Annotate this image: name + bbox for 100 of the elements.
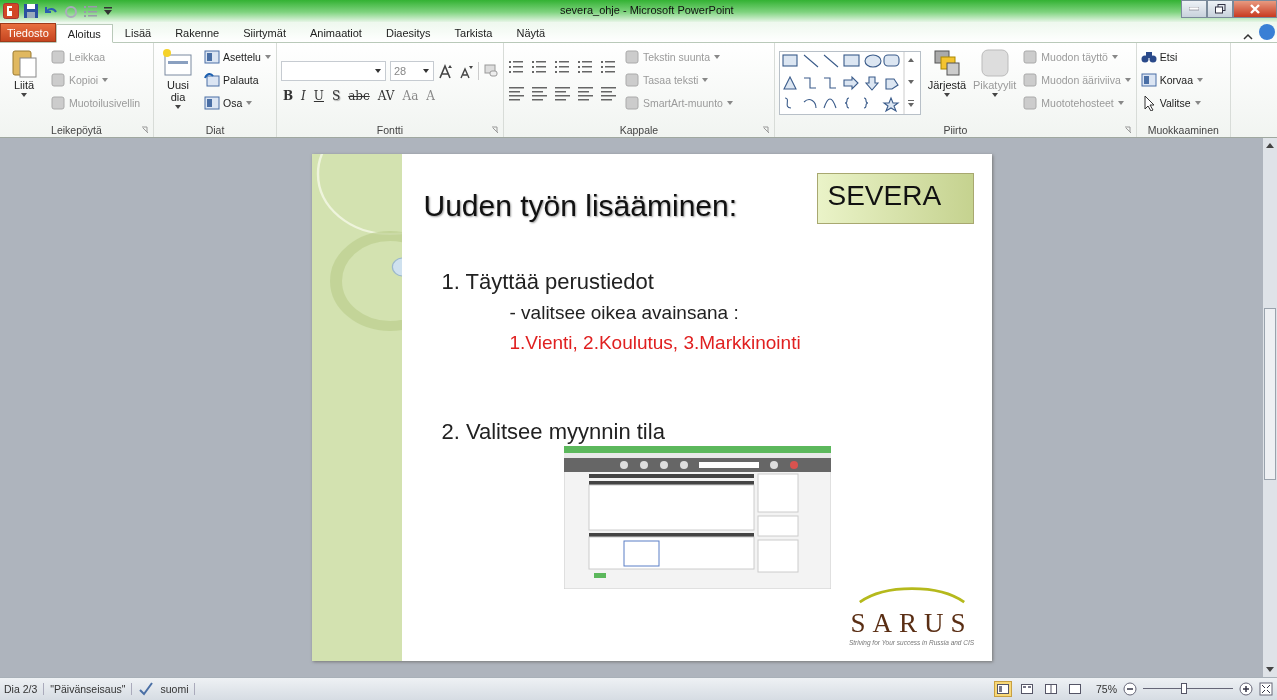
format-button[interactable]: S xyxy=(330,89,343,103)
format-button[interactable]: abc xyxy=(346,89,372,103)
language[interactable]: suomi xyxy=(160,683,196,695)
ribbon-button-icon xyxy=(204,95,220,111)
normal-view-button[interactable] xyxy=(994,681,1012,697)
zoom-level[interactable]: 75% xyxy=(1096,683,1117,695)
caret-icon xyxy=(1193,99,1202,107)
fit-to-window-icon[interactable] xyxy=(1259,682,1273,696)
caret-icon xyxy=(725,99,734,107)
ribbon-button-icon xyxy=(623,49,640,65)
show-view-button[interactable] xyxy=(1066,681,1084,697)
severa-label: SEVERA xyxy=(816,173,974,224)
maximize-button[interactable] xyxy=(1207,0,1233,18)
dialog-launcher-icon[interactable] xyxy=(141,126,149,134)
group-label: Fontti xyxy=(376,124,404,136)
align-icon[interactable] xyxy=(553,85,572,101)
caret-icon xyxy=(1123,76,1132,84)
dialog-launcher-icon[interactable] xyxy=(761,126,770,134)
close-button[interactable] xyxy=(1233,0,1277,18)
scroll-up-icon[interactable] xyxy=(1266,142,1274,148)
font-name-field[interactable] xyxy=(280,61,386,81)
ribbon-tab[interactable]: Rakenne xyxy=(163,23,232,42)
ribbon-button-icon xyxy=(1140,72,1157,88)
list-icon[interactable] xyxy=(553,59,572,75)
zoom-slider-thumb[interactable] xyxy=(1180,683,1187,694)
zoom-out-icon[interactable] xyxy=(1123,682,1137,696)
dialog-launcher-icon[interactable] xyxy=(1123,126,1132,134)
sorter-view-icon xyxy=(1021,684,1033,694)
ribbon-button[interactable]: Palauta xyxy=(204,70,272,90)
align-icon[interactable] xyxy=(576,85,595,101)
help-icon[interactable] xyxy=(1259,24,1275,40)
save-icon[interactable] xyxy=(23,3,39,19)
format-button[interactable]: AV xyxy=(375,89,397,103)
ribbon-button[interactable]: Liitä xyxy=(4,47,44,99)
ribbon-tab[interactable]: Näytä xyxy=(504,23,558,42)
ribbon-button[interactable]: Järjestä xyxy=(926,47,967,99)
list-icon[interactable] xyxy=(576,59,595,75)
grow-font-icon[interactable] xyxy=(437,63,454,79)
zoom-slider[interactable] xyxy=(1143,682,1233,696)
caret-icon xyxy=(101,76,110,84)
ribbon-button[interactable]: Etsi xyxy=(1140,47,1205,67)
ribbon-button-icon xyxy=(1022,49,1039,65)
customize-caret-icon[interactable] xyxy=(103,6,113,16)
ribbon-tab[interactable]: Diaesitys xyxy=(373,23,443,42)
list-icon[interactable] xyxy=(599,59,618,75)
format-button[interactable]: U xyxy=(311,89,326,103)
step-detail: - valitsee oikea avainsana : xyxy=(509,301,740,325)
vertical-scrollbar[interactable] xyxy=(1263,138,1277,677)
ribbon-button[interactable]: Asettelu xyxy=(204,47,272,67)
align-icon[interactable] xyxy=(599,85,618,101)
caret-icon xyxy=(1116,99,1125,107)
format-button[interactable]: B xyxy=(280,89,296,103)
window-title: severa_ohje - Microsoft PowerPoint xyxy=(560,4,734,16)
ribbon-tab[interactable]: Tarkista xyxy=(442,23,505,42)
ribbon-button[interactable]: Uusi dia xyxy=(158,47,198,111)
show-view-icon xyxy=(1069,684,1081,694)
reading-view-button[interactable] xyxy=(1042,681,1060,697)
ribbon-button-icon xyxy=(978,47,1011,79)
list-icon[interactable] xyxy=(507,59,526,75)
caret-icon xyxy=(373,67,382,75)
group-label: Diat xyxy=(205,124,225,136)
caret-icon xyxy=(1110,53,1119,61)
ribbon-tab[interactable]: Lisää xyxy=(112,23,164,42)
ribbon-tab[interactable]: Tiedosto xyxy=(0,23,56,42)
collapse-ribbon-icon[interactable] xyxy=(1243,32,1253,42)
shrink-font-icon[interactable] xyxy=(457,63,474,79)
caret-icon xyxy=(942,91,951,99)
dialog-launcher-icon[interactable] xyxy=(490,126,499,134)
caret-icon xyxy=(245,99,254,107)
ribbon-button-icon xyxy=(50,95,66,111)
ribbon-button[interactable]: Osa xyxy=(204,93,272,113)
align-icon[interactable] xyxy=(530,85,549,101)
align-icon[interactable] xyxy=(507,85,526,101)
group-label: Kappale xyxy=(619,124,659,136)
caret-icon xyxy=(990,91,999,99)
ribbon-button[interactable]: Korvaa xyxy=(1140,70,1205,90)
logo-arc-icon xyxy=(856,586,967,604)
slide-number: Dia 2/3 xyxy=(4,683,45,695)
group-label: Leikepöytä xyxy=(51,124,102,136)
ribbon-button-icon xyxy=(162,47,194,79)
ribbon-button-icon xyxy=(1140,49,1157,65)
step-detail: 1.Vienti, 2.Koulutus, 3.Markkinointi xyxy=(509,331,801,355)
reading-view-icon xyxy=(1045,684,1057,694)
font-size-field[interactable]: 28 xyxy=(389,61,434,81)
ribbon-button-icon xyxy=(50,72,66,88)
list-icon[interactable] xyxy=(530,59,549,75)
ribbon-button-icon xyxy=(50,49,66,65)
ribbon-tab[interactable]: Animaatiot xyxy=(297,23,374,42)
caret-icon xyxy=(421,67,430,75)
format-button[interactable]: I xyxy=(299,89,308,103)
ribbon-tab[interactable]: Aloitus xyxy=(55,24,113,43)
caret-icon xyxy=(20,91,28,99)
shapes-gallery[interactable] xyxy=(778,51,921,115)
ribbon-tab[interactable]: Siirtymät xyxy=(231,23,298,42)
step-text: 1. Täyttää perustiedot xyxy=(441,268,655,296)
scroll-down-icon[interactable] xyxy=(1266,667,1274,673)
ribbon-button[interactable]: Valitse xyxy=(1140,93,1205,113)
sorter-view-button[interactable] xyxy=(1018,681,1036,697)
zoom-in-icon[interactable] xyxy=(1239,682,1253,696)
spelling-check-icon[interactable] xyxy=(138,681,155,697)
